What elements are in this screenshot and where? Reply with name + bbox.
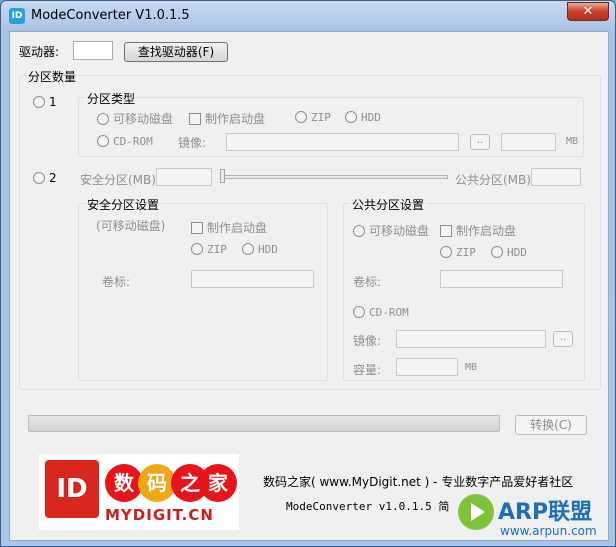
house-logo-icon: ID [45,460,99,518]
public-capacity-label: 容量: [353,363,382,377]
zip-label: ZIP [207,243,227,256]
image-browse-button[interactable]: .. [470,134,490,150]
cdrom-label: CD-ROM [113,135,153,148]
convert-button[interactable]: 转换(C) [515,415,587,435]
progress-bar [28,415,500,432]
image-label: 镜像: [178,136,207,150]
image-path-input[interactable] [226,133,459,151]
public-hdd-radio[interactable]: HDD [491,246,527,259]
partition-count-option-2[interactable]: 2 [33,171,57,185]
secure-make-boot-checkbox[interactable]: 制作启动盘 [191,219,267,236]
public-make-boot-checkbox[interactable]: 制作启动盘 [440,222,516,239]
drive-input[interactable] [73,41,113,60]
watermark-url: www.arpun.com [500,524,597,538]
option-2-label: 2 [49,171,57,185]
public-capacity-mb-label: MB [465,362,478,373]
radio-icon [191,243,203,255]
radio-icon [345,111,357,123]
logo-char-4: 家 [199,464,237,502]
public-image-label: 镜像: [353,334,382,348]
secure-volume-input[interactable] [191,270,314,288]
hdd-label: HDD [258,243,278,256]
public-zip-radio[interactable]: ZIP [440,246,476,259]
secure-removable-text: (可移动磁盘) [96,219,166,233]
app-window: ID ModeConverter V1.0.1.5 ✕ 驱动器: 查找驱动器(F… [0,0,616,547]
radio-icon [97,135,109,147]
find-drive-button[interactable]: 查找驱动器(F) [124,42,228,62]
partition-type-label: 分区类型 [85,90,138,107]
partition-count-label: 分区数量 [26,68,79,85]
radio-icon [353,225,365,237]
play-logo-icon [458,494,494,530]
radio-icon [295,111,307,123]
public-image-input[interactable] [396,330,546,348]
radio-icon [491,246,503,258]
footer-line-2: ModeConverter v1.0.1.5 简 [286,500,450,513]
public-volume-label: 卷标: [353,275,382,289]
public-image-browse-button[interactable]: .. [553,331,573,347]
size-mb-input[interactable] [501,133,556,151]
removable-label: 可移动磁盘 [113,112,174,126]
partition-count-option-1[interactable]: 1 [33,95,57,109]
drive-label: 驱动器: [19,45,60,59]
hdd-label: HDD [507,246,527,259]
public-capacity-input[interactable] [396,358,458,376]
public-cdrom-radio[interactable]: CD-ROM [353,306,409,319]
public-removable-radio[interactable]: 可移动磁盘 [353,222,429,239]
public-volume-input[interactable] [440,270,563,288]
checkbox-icon [440,225,452,237]
zip-label: ZIP [311,111,331,124]
radio-icon [440,246,452,258]
checkbox-icon [191,222,203,234]
public-size-label: 公共分区(MB) [455,173,531,187]
type-hdd-radio[interactable]: HDD [345,111,381,124]
option-1-label: 1 [49,95,57,109]
partition-slider-track[interactable] [220,175,448,179]
partition-slider-thumb[interactable] [220,169,225,183]
footer-line-1: 数码之家( www.MyDigit.net ) - 专业数字产品爱好者社区 [263,475,574,489]
close-button[interactable]: ✕ [567,2,609,21]
radio-icon [97,113,109,125]
type-removable-radio[interactable]: 可移动磁盘 [97,110,173,127]
secure-size-input[interactable] [156,168,212,186]
title-bar[interactable]: ID ModeConverter V1.0.1.5 ✕ [1,1,615,31]
radio-2-icon [33,172,45,184]
type-zip-radio[interactable]: ZIP [295,111,331,124]
secure-size-label: 安全分区(MB) [80,173,156,187]
type-cdrom-radio[interactable]: CD-ROM [97,135,153,148]
watermark-title: ARP联盟 [498,500,593,525]
removable-label: 可移动磁盘 [369,224,430,238]
radio-icon [242,243,254,255]
radio-1-icon [33,96,45,108]
zip-label: ZIP [456,246,476,259]
make-boot-label: 制作启动盘 [205,112,266,126]
public-size-input[interactable] [531,168,581,186]
secure-settings-label: 安全分区设置 [85,196,162,213]
secure-zip-radio[interactable]: ZIP [191,243,227,256]
secure-hdd-radio[interactable]: HDD [242,243,278,256]
app-icon: ID [9,8,25,24]
make-boot-label: 制作启动盘 [456,224,517,238]
window-title: ModeConverter V1.0.1.5 [31,8,190,23]
cdrom-label: CD-ROM [369,306,409,319]
hdd-label: HDD [361,111,381,124]
checkbox-icon [189,113,201,125]
logo-text: MYDIGIT.CN [105,506,214,524]
public-settings-label: 公共分区设置 [350,196,427,213]
make-boot-label: 制作启动盘 [207,221,268,235]
radio-icon [353,306,365,318]
type-make-boot-checkbox[interactable]: 制作启动盘 [189,110,265,127]
size-mb-label: MB [566,136,579,147]
client-area: 驱动器: 查找驱动器(F) 分区数量 1 2 分区类型 可移动磁盘 制作启动盘 … [9,31,609,541]
mydigit-logo[interactable]: ID 数 码 之 家 MYDIGIT.CN [39,454,239,530]
secure-volume-label: 卷标: [102,275,131,289]
